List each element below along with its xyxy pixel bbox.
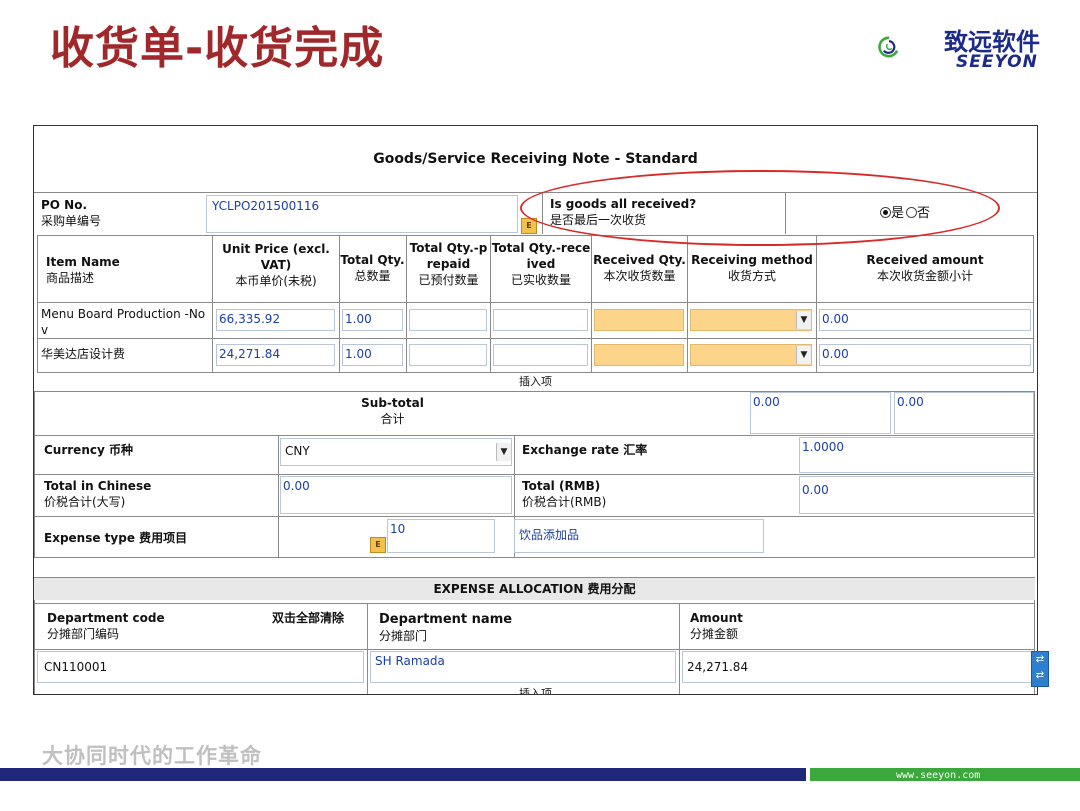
row-1-unit-price-field[interactable]: 66,335.92	[216, 309, 335, 331]
column-header-item-name: Item Name 商品描述	[46, 255, 120, 285]
currency-label: Currency 币种	[44, 443, 133, 457]
row-2-total-qty-field[interactable]: 1.00	[342, 344, 403, 366]
footer-bar-blue	[0, 768, 806, 781]
column-header-total-qty-received: Total Qty.-received 已实收数量	[491, 241, 591, 287]
table-row-1-item: Menu Board Production -Nov	[41, 307, 206, 337]
row-2-receiving-method-select[interactable]: ▼	[690, 344, 812, 366]
total-chinese-field[interactable]: 0.00	[280, 476, 512, 514]
dept-name-header: Department name 分摊部门	[379, 612, 513, 643]
chevron-down-icon[interactable]: ▼	[796, 346, 811, 364]
column-header-receiving-method: Receiving method 收货方式	[691, 253, 813, 283]
row-1-received-total-field[interactable]	[493, 309, 588, 331]
expense-lookup-icon[interactable]: E	[370, 537, 386, 553]
footer-slogan: 大协同时代的工作革命	[42, 744, 262, 768]
subtotal-label: Sub-total 合计	[361, 396, 424, 426]
table-row-2-item: 华美达店设计费	[41, 347, 126, 361]
column-header-total-qty-prepaid: Total Qty.-prepaid 已预付数量	[409, 241, 488, 287]
column-header-total-qty: Total Qty. 总数量	[340, 253, 405, 283]
expense-type-label: Expense type 费用项目	[44, 531, 188, 545]
allocation-row-amount-field[interactable]: 24,271.84	[682, 651, 1032, 683]
po-number-field[interactable]: YCLPO201500116	[206, 195, 518, 233]
dept-code-header: Department code 分摊部门编码	[47, 611, 165, 641]
chevron-down-icon[interactable]: ▼	[496, 443, 511, 461]
row-1-receiving-method-select[interactable]: ▼	[690, 309, 812, 331]
column-header-received-qty: Received Qty. 本次收货数量	[593, 253, 686, 283]
total-chinese-label: Total in Chinese 价税合计(大写)	[44, 479, 152, 509]
row-1-received-qty-field[interactable]	[594, 309, 684, 331]
allocation-insert-item-link[interactable]: 插入项	[34, 686, 1037, 694]
form-title: Goods/Service Receiving Note - Standard	[373, 151, 698, 167]
subtotal-field-1[interactable]: 0.00	[750, 392, 891, 434]
subtotal-field-2[interactable]: 0.00	[894, 392, 1034, 434]
expense-code-field[interactable]: 10	[387, 519, 495, 553]
logo-english-text: SEEYON	[956, 52, 1038, 72]
slide-title: 收货单-收货完成	[50, 23, 385, 74]
chevron-down-icon[interactable]: ▼	[796, 311, 811, 329]
clear-all-link[interactable]: 双击全部清除	[272, 610, 344, 626]
column-header-unit-price: Unit Price (excl. VAT) 本币单价(未税)	[222, 242, 330, 288]
amount-header: Amount 分摊金额	[690, 611, 743, 641]
row-1-prepaid-field[interactable]	[409, 309, 487, 331]
insert-item-link[interactable]: 插入项	[34, 374, 1037, 390]
currency-select[interactable]: CNY ▼	[280, 438, 512, 466]
allocation-row-dept-code-field[interactable]: CN110001	[37, 651, 364, 683]
row-2-prepaid-field[interactable]	[409, 344, 487, 366]
row-2-received-total-field[interactable]	[493, 344, 588, 366]
allocation-row-dept-name-field[interactable]: SH Ramada	[370, 651, 676, 683]
allocation-title: EXPENSE ALLOCATION 费用分配	[34, 578, 1035, 600]
row-1-amount-field[interactable]: 0.00	[819, 309, 1031, 331]
row-2-received-qty-field[interactable]	[594, 344, 684, 366]
row-2-unit-price-field[interactable]: 24,271.84	[216, 344, 335, 366]
po-label-en: PO No.	[41, 198, 88, 212]
total-rmb-label: Total (RMB) 价税合计(RMB)	[522, 479, 607, 509]
expense-name-field[interactable]: 饮品添加品	[514, 519, 764, 553]
row-2-amount-field[interactable]: 0.00	[819, 344, 1031, 366]
exchange-rate-label: Exchange rate 汇率	[522, 443, 648, 457]
seeyon-logo-icon	[878, 36, 899, 58]
exchange-rate-field[interactable]: 1.0000	[799, 437, 1034, 473]
footer-url: www.seeyon.com	[896, 770, 981, 781]
total-rmb-field[interactable]: 0.00	[799, 476, 1034, 514]
po-label-zh: 采购单编号	[41, 214, 102, 228]
refresh-icon[interactable]: ⇄ ⇄	[1031, 651, 1049, 687]
row-1-total-qty-field[interactable]: 1.00	[342, 309, 403, 331]
annotation-ellipse	[520, 170, 1000, 246]
column-header-received-amount: Received amount 本次收货金额小计	[866, 253, 984, 283]
